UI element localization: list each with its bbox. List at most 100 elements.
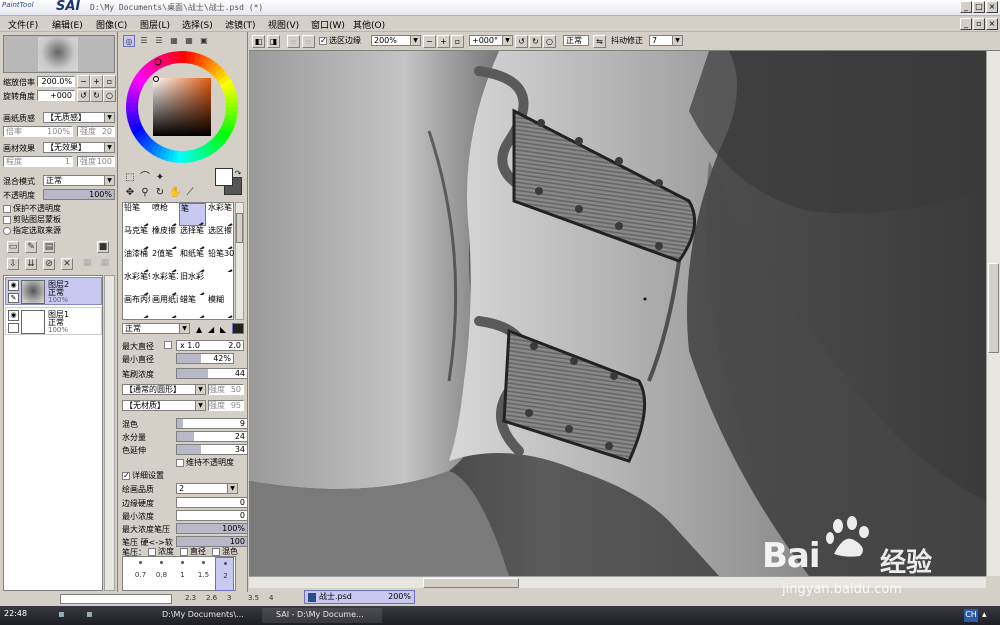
undo-icon[interactable]: ◧ — [252, 35, 265, 48]
doc-close-button[interactable]: × — [986, 18, 998, 30]
clip-group-checkbox[interactable] — [3, 215, 11, 224]
canvas-vertical-scrollbar[interactable] — [986, 51, 1000, 576]
select-source-option[interactable]: 指定选取来源 — [3, 225, 115, 237]
brush-tool-17[interactable]: 画用纸丙烯 — [151, 295, 178, 318]
close-button[interactable]: × — [986, 1, 998, 13]
maximize-button[interactable]: □ — [973, 1, 985, 13]
dilution-slider[interactable]: 24 — [176, 431, 248, 442]
edge-hardness-slider[interactable]: 0 — [176, 497, 248, 508]
pressure-blend-checkbox[interactable] — [212, 547, 220, 556]
brush-tip-round-icon[interactable]: ◢ — [208, 325, 214, 334]
size-preset-4[interactable]: 2 — [215, 557, 234, 591]
angle-select[interactable]: +000° ▼ — [469, 35, 513, 46]
eyedropper-icon[interactable]: ⟋ — [184, 187, 196, 199]
detail-settings-option[interactable]: ✓ 详细设置 — [122, 470, 244, 482]
rgb-slider-tab-icon[interactable]: ☰ — [138, 35, 150, 47]
menu-layer[interactable]: 图层(L) — [140, 18, 170, 31]
brush-tool-15[interactable] — [207, 272, 234, 295]
hand-icon[interactable]: ✋ — [169, 187, 181, 199]
max-pressure-slider[interactable]: 100% — [176, 523, 248, 534]
brush-tool-1[interactable]: 喷枪 — [151, 203, 178, 226]
magic-wand-icon[interactable]: ✦ — [154, 172, 166, 184]
min-size-slider[interactable]: 42% — [176, 353, 234, 364]
drawing-canvas[interactable] — [249, 51, 986, 576]
rotate-ccw-icon[interactable]: ↺ — [515, 35, 528, 48]
size-lock-checkbox[interactable] — [164, 341, 172, 349]
blending-slider[interactable]: 9 — [176, 418, 248, 429]
min-density-slider[interactable]: 0 — [176, 510, 248, 521]
size-preset-row2-value[interactable]: 3 — [227, 594, 231, 602]
layer-mask-icon[interactable]: ■ — [97, 241, 109, 253]
canvas-mode-display[interactable]: 正常 — [563, 35, 589, 46]
ime-indicator[interactable]: CH — [964, 609, 978, 622]
eye-icon[interactable]: ◉ — [8, 280, 19, 291]
doc-minimize-button[interactable]: _ — [960, 18, 972, 30]
foreground-color-swatch[interactable] — [215, 168, 233, 186]
brush-shape-select[interactable]: 【通常的圆形】 ▼ — [122, 384, 206, 395]
quicklaunch-2-icon[interactable]: ▪ — [86, 609, 93, 620]
brush-tool-13[interactable]: 水彩笔10版 — [151, 272, 178, 295]
zoom-select[interactable]: 200% ▼ — [371, 35, 421, 46]
menu-filter[interactable]: 滤镜(T) — [225, 18, 256, 31]
brush-tool-14[interactable]: 旧水彩 — [179, 272, 206, 295]
new-linework-layer-icon[interactable]: ✎ — [25, 241, 37, 253]
selection-edge-checkbox[interactable]: ✓ — [319, 36, 327, 45]
rotate-reset-icon[interactable]: ○ — [543, 35, 556, 48]
menu-window[interactable]: 窗口(W) — [311, 18, 345, 31]
rect-select-icon[interactable]: ⬚ — [124, 172, 136, 184]
zoom-reset-icon[interactable]: ▫ — [103, 75, 116, 88]
texture-strength-field[interactable]: 强度 95 — [208, 400, 244, 411]
move-icon[interactable]: ✥ — [124, 187, 136, 199]
deselect-icon[interactable]: ▫ — [287, 35, 300, 48]
merge-down-icon[interactable]: ⇊ — [25, 258, 37, 270]
pressure-density-checkbox[interactable] — [148, 547, 156, 556]
color-mixer-tab-icon[interactable]: ▦ — [168, 35, 180, 47]
menu-edit[interactable]: 编辑(E) — [52, 18, 83, 31]
effect-strength-field[interactable]: 强度 100 — [77, 156, 115, 167]
brush-tool-5[interactable]: 橡皮擦 — [151, 226, 178, 249]
new-layer-icon[interactable]: ▭ — [7, 241, 19, 253]
brush-tool-7[interactable]: 选区擦 — [207, 226, 234, 249]
quality-select[interactable]: 2 ▼ — [176, 483, 238, 494]
rotate-left-icon[interactable]: ↺ — [77, 89, 90, 102]
effect-degree-field[interactable]: 程度 1 — [3, 156, 73, 167]
blend-mode-select[interactable]: 正常 ▼ — [43, 175, 115, 186]
doc-restore-button[interactable]: ▫ — [973, 18, 985, 30]
keep-opacity-option[interactable]: 维持不透明度 — [122, 457, 244, 469]
document-tab[interactable]: 战士.psd 200% — [304, 590, 415, 604]
canvas-zoom-out-icon[interactable]: − — [423, 35, 436, 48]
brush-scroll-thumb[interactable] — [236, 213, 243, 243]
layer-opacity-slider[interactable]: 100% — [43, 189, 115, 200]
size-preset-row2-value[interactable]: 2.6 — [206, 594, 217, 602]
horizontal-scroll-thumb[interactable] — [423, 578, 519, 588]
size-preset-2[interactable]: 1 — [173, 557, 192, 591]
protect-opacity-checkbox[interactable] — [3, 204, 11, 213]
material-effect-select[interactable]: 【无效果】 ▼ — [43, 142, 115, 153]
brush-tool-10[interactable]: 和纸笔 — [179, 249, 206, 272]
size-preset-3[interactable]: 1.5 — [194, 557, 213, 591]
rotate-reset-icon[interactable]: ○ — [103, 89, 116, 102]
brush-texture-select[interactable]: 【无材质】 ▼ — [122, 400, 206, 411]
persistence-slider[interactable]: 34 — [176, 444, 248, 455]
invert-select-icon[interactable]: ▫ — [302, 35, 315, 48]
tray-icon[interactable]: ▴ — [982, 610, 987, 620]
brush-tool-11[interactable]: 铅笔30 — [207, 249, 234, 272]
canvas-horizontal-scrollbar[interactable] — [249, 576, 986, 588]
redo-icon[interactable]: ◨ — [267, 35, 280, 48]
brush-tool-8[interactable]: 油漆桶 — [123, 249, 150, 272]
brush-tip-soft-icon[interactable]: ◣ — [220, 325, 226, 334]
brush-grid-scrollbar[interactable] — [235, 202, 244, 320]
lasso-icon[interactable]: ⌒ — [139, 172, 151, 184]
color-wheel[interactable] — [123, 48, 241, 166]
menu-other[interactable]: 其他(O) — [353, 18, 385, 31]
vertical-scroll-thumb[interactable] — [988, 263, 999, 353]
max-size-slider[interactable]: x 1.0 2.0 — [176, 340, 244, 351]
size-preset-row2-value[interactable]: 2.3 — [185, 594, 196, 602]
taskbar-item-explorer[interactable]: D:\My Documents\... — [148, 608, 264, 623]
delete-layer-icon[interactable]: ✕ — [61, 258, 73, 270]
keep-opacity-control[interactable]: 维持不透明度 — [176, 457, 234, 468]
scratchpad-tab-icon[interactable]: ▣ — [198, 35, 210, 47]
flip-icon[interactable]: ⇋ — [593, 35, 606, 48]
brush-tip-flat-icon[interactable] — [232, 323, 244, 334]
pressure-size-checkbox[interactable] — [180, 547, 188, 556]
